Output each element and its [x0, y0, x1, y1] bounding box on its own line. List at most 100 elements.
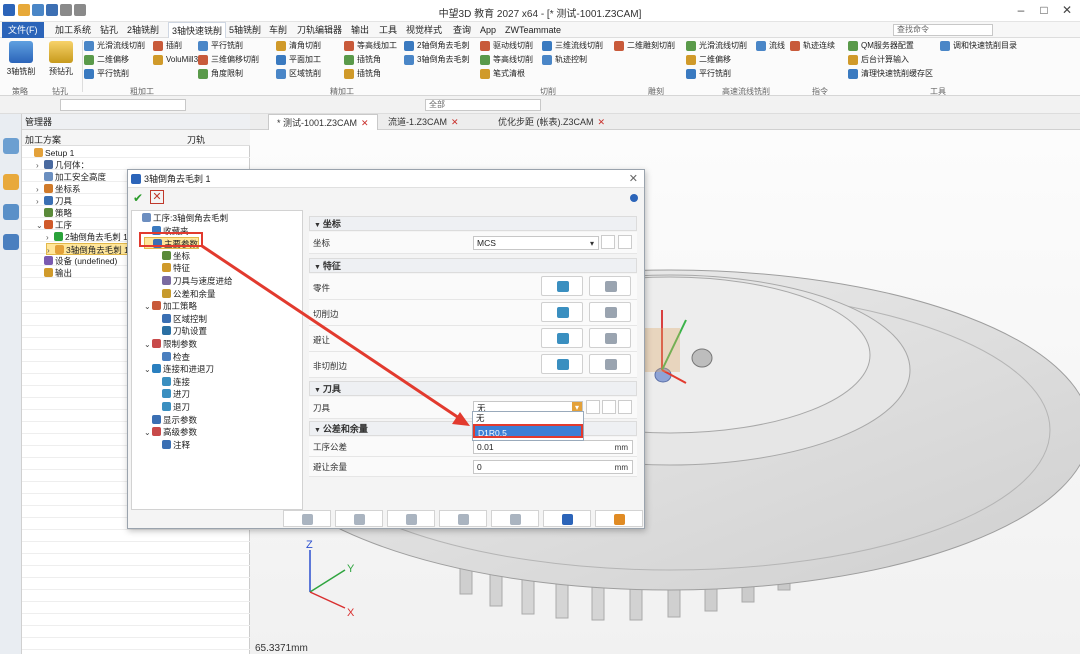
dialog-close-button[interactable]: ✕	[629, 170, 638, 188]
ribbon-button[interactable]: 三维偏移切削	[198, 54, 259, 66]
3axis-milling-button[interactable]: 3轴铣削	[4, 41, 38, 77]
document-tab[interactable]: 优化步距 (帐表).Z3CAM ✕	[490, 114, 613, 130]
manager-tree-node[interactable]: › 刀具	[36, 195, 72, 207]
manager-tree-node[interactable]: 策略	[36, 207, 72, 219]
ribbon-button[interactable]: 光滑流线切削	[686, 40, 747, 52]
manager-tree-node[interactable]: › 几何体：	[36, 159, 89, 171]
dialog-tree-node[interactable]: 收藏夹	[144, 225, 189, 237]
manager-tree-node[interactable]: › 3轴倒角去毛刺 1	[46, 243, 132, 255]
tool-library-icon[interactable]	[602, 400, 616, 414]
menu-item[interactable]: 输出	[348, 22, 372, 38]
ribbon-button[interactable]: VoluMill3x	[153, 54, 202, 66]
ribbon-button[interactable]: 调和快速铣削目录	[940, 40, 1017, 52]
menu-item[interactable]: 3轴快速铣削	[168, 22, 227, 38]
tolerance-input[interactable]: 0 mm	[473, 460, 633, 474]
ribbon-button[interactable]: 2轴倒角去毛刺	[404, 40, 469, 52]
ribbon-button[interactable]: 后台计算输入	[848, 54, 909, 66]
dialog-tree-node[interactable]: 特征	[154, 262, 190, 274]
manager-tree-node[interactable]: ⌄ 工序	[36, 219, 72, 231]
menu-item[interactable]: 视觉样式	[403, 22, 445, 38]
menu-item[interactable]: 查询	[450, 22, 474, 38]
ribbon-button[interactable]: 平行铣削	[686, 68, 731, 80]
manager-tree-node[interactable]: Setup 1	[26, 147, 74, 159]
ribbon-button[interactable]: 三维流线切削	[542, 40, 603, 52]
expand-arrow-icon[interactable]: ⌄	[144, 301, 152, 313]
dialog-tree-node[interactable]: 坐标	[154, 250, 190, 262]
ribbon-button[interactable]: 区域铣削	[276, 68, 321, 80]
menu-item[interactable]: 工具	[376, 22, 400, 38]
menu-item[interactable]: 5轴铣削	[226, 22, 264, 38]
feature-pick-button[interactable]	[541, 354, 583, 374]
filter-combo[interactable]: 全部	[425, 99, 541, 111]
dialog-tree-node[interactable]: 进刀	[154, 388, 190, 400]
menu-item[interactable]: 钻孔	[97, 22, 121, 38]
manager-tree-node[interactable]: 输出	[36, 267, 72, 279]
dialog-tree-node[interactable]: ⌄ 主要参数	[144, 237, 200, 251]
expand-arrow-icon[interactable]: ⌄	[36, 220, 44, 232]
dialog-tree-node[interactable]: 显示参数	[144, 414, 197, 426]
section-tool[interactable]: 刀具	[309, 381, 637, 396]
ribbon-button[interactable]: 光滑流线切削	[84, 40, 145, 52]
history-icon[interactable]	[3, 174, 19, 190]
menu-item[interactable]: ZWTeammate	[502, 22, 564, 38]
tab-close-icon[interactable]: ✕	[361, 118, 369, 128]
dialog-tree-node[interactable]: 刀具与速度进给	[154, 275, 233, 287]
coord-settings-icon[interactable]	[618, 235, 632, 249]
ribbon-button[interactable]: 平行铣削	[198, 40, 243, 52]
ribbon-button[interactable]: 笔式清根	[480, 68, 525, 80]
layer-combo[interactable]	[60, 99, 186, 111]
ribbon-button[interactable]: 插铣角	[344, 68, 381, 80]
save-params-button[interactable]	[543, 510, 591, 527]
tab-close-icon[interactable]: ✕	[598, 117, 606, 127]
tool-view-icon[interactable]	[586, 400, 600, 414]
view-icon[interactable]	[3, 204, 19, 220]
dialog-tree-node[interactable]: 连接	[154, 376, 190, 388]
feature-view-button[interactable]	[589, 276, 631, 296]
menu-item[interactable]: 车削	[266, 22, 290, 38]
ribbon-button[interactable]: 驱动线切削	[480, 40, 533, 52]
ribbon-button[interactable]: 角度限制	[198, 68, 243, 80]
ribbon-button[interactable]: QM服务器配置	[848, 40, 914, 52]
ribbon-button[interactable]: 二维偏移	[84, 54, 129, 66]
delete-button[interactable]	[335, 510, 383, 527]
manager-tree-node[interactable]: 加工安全高度	[36, 171, 106, 183]
manager-tree-node[interactable]: › 坐标系	[36, 183, 81, 195]
expand-arrow-icon[interactable]: ⌄	[145, 239, 153, 251]
ribbon-button[interactable]: 等高线切削	[480, 54, 533, 66]
edit-button[interactable]	[387, 510, 435, 527]
coord-pick-icon[interactable]	[601, 235, 615, 249]
view-toolbar[interactable]	[520, 132, 810, 144]
manager-icon[interactable]	[3, 138, 19, 154]
dialog-tree-node[interactable]: 检查	[154, 351, 190, 363]
minimize-button[interactable]: –	[1010, 2, 1032, 18]
ribbon-button[interactable]: 二维雕刻切削	[614, 40, 675, 52]
tool-option-none[interactable]: 无	[473, 412, 583, 424]
dialog-tree-node[interactable]: 公差和余量	[154, 288, 216, 300]
cancel-x-icon[interactable]: ✕	[150, 190, 164, 204]
ribbon-button[interactable]: 轨迹连续	[790, 40, 835, 52]
ribbon-button[interactable]: 3轴倒角去毛刺	[404, 54, 469, 66]
ribbon-button[interactable]: 插铣角	[344, 54, 381, 66]
ribbon-button[interactable]: 等高线加工	[344, 40, 397, 52]
dialog-tree-node[interactable]: 工序:3轴倒角去毛刺	[134, 212, 228, 224]
feature-view-button[interactable]	[589, 302, 631, 322]
verify-button[interactable]	[491, 510, 539, 527]
ok-check-icon[interactable]: ✔	[133, 191, 143, 205]
dialog-tree-node[interactable]: ⌄ 高级参数	[144, 426, 197, 438]
section-coord[interactable]: 坐标	[309, 216, 637, 231]
dialog-tree-node[interactable]: 刀轨设置	[154, 325, 207, 337]
feature-view-button[interactable]	[589, 328, 631, 348]
ribbon-button[interactable]: 插削	[153, 40, 182, 52]
tab-close-icon[interactable]: ✕	[451, 117, 459, 127]
ribbon-button[interactable]: 清角切削	[276, 40, 321, 52]
dialog-tree-node[interactable]: 注释	[154, 439, 190, 451]
ribbon-button[interactable]: 清理快速铣削缓存区	[848, 68, 933, 80]
section-feature[interactable]: 特征	[309, 258, 637, 273]
feature-pick-button[interactable]	[541, 328, 583, 348]
manager-tree-node[interactable]: › 2轴倒角去毛刺 1	[46, 231, 128, 243]
menu-item[interactable]: 加工系统	[52, 22, 94, 38]
ribbon-button[interactable]: 轨迹控制	[542, 54, 587, 66]
dialog-tree-node[interactable]: ⌄ 加工策略	[144, 300, 197, 312]
expand-arrow-icon[interactable]: ⌄	[144, 364, 152, 376]
close-button[interactable]: ✕	[1056, 2, 1078, 18]
